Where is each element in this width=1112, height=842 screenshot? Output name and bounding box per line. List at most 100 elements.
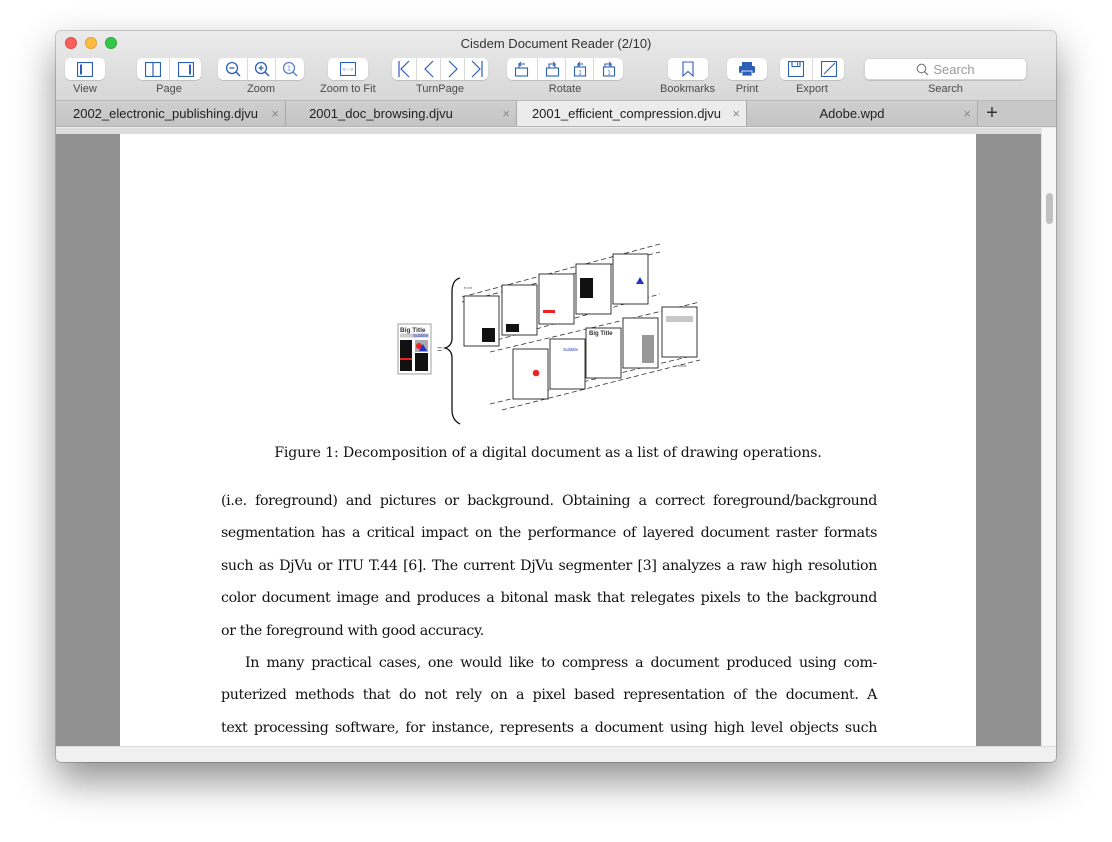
toolbar-label-zoom-to-fit: Zoom to Fit xyxy=(320,83,376,95)
tab-close-icon[interactable]: × xyxy=(963,106,971,121)
tab-close-icon[interactable]: × xyxy=(271,106,279,121)
bookmarks-button[interactable] xyxy=(668,58,708,80)
tab-electronic-publishing[interactable]: 2002_electronic_publishing.djvu × xyxy=(56,101,286,126)
toolbar-label-view: View xyxy=(73,83,97,95)
print-button[interactable] xyxy=(727,58,767,80)
document-viewer[interactable]: Big Title Subtitle = front Subtitle Big … xyxy=(56,134,1041,746)
tab-bar: 2002_electronic_publishing.djvu × 2001_d… xyxy=(56,101,1056,127)
last-page-icon xyxy=(471,60,483,78)
two-page-icon xyxy=(145,61,161,77)
single-page-button[interactable] xyxy=(169,58,201,80)
actual-size-icon: 1 xyxy=(282,61,298,77)
next-page-button[interactable] xyxy=(440,58,464,80)
actual-size-button[interactable]: 1 xyxy=(275,58,304,80)
search-input[interactable]: Search xyxy=(864,58,1027,80)
rotate-page-left-button[interactable]: 1 xyxy=(565,58,593,80)
app-window: Cisdem Document Reader (2/10) View Page xyxy=(56,31,1056,762)
label-front: front xyxy=(464,285,473,290)
text-block-mark xyxy=(580,278,593,298)
toolbar-group-turnpage: TurnPage xyxy=(392,58,488,95)
toolbar-label-page: Page xyxy=(156,83,182,95)
rotate-right-icon xyxy=(545,61,559,77)
document-page: Big Title Subtitle = front Subtitle Big … xyxy=(120,134,976,746)
toolbar-group-print: Print xyxy=(727,58,767,95)
toolbar-group-export: Export xyxy=(780,58,844,95)
zoom-out-button[interactable] xyxy=(218,58,247,80)
vertical-scrollbar[interactable] xyxy=(1041,128,1056,746)
text-line: color document image and produces a bito… xyxy=(221,590,877,607)
tab-close-icon[interactable]: × xyxy=(732,106,740,121)
text-line: text processing software, for instance, … xyxy=(221,719,877,736)
toolbar-group-zoom-to-fit: ‹···› Zoom to Fit xyxy=(320,58,376,95)
tab-doc-browsing[interactable]: 2001_doc_browsing.djvu × xyxy=(286,101,517,126)
svg-text:1: 1 xyxy=(287,66,291,73)
figure-caption: Figure 1: Decomposition of a digital doc… xyxy=(274,445,822,461)
toolbar-group-rotate: 1 1 Rotate xyxy=(507,58,623,95)
single-page-icon xyxy=(177,61,194,77)
toolbar-label-export: Export xyxy=(796,83,828,95)
red-circle-mark xyxy=(532,369,540,377)
text-line: In many practical cases, one would like … xyxy=(245,654,877,671)
toolbar-group-page: Page xyxy=(137,58,201,95)
toolbar-label-rotate: Rotate xyxy=(548,83,582,95)
text-block-mark xyxy=(482,328,495,342)
status-bar xyxy=(56,746,1056,762)
zoom-in-icon xyxy=(254,61,270,77)
layer-title: Big Title xyxy=(589,331,613,337)
toolbar-label-zoom: Zoom xyxy=(246,83,276,95)
two-page-button[interactable] xyxy=(137,58,169,80)
bookmark-icon xyxy=(681,61,694,77)
view-button[interactable] xyxy=(65,58,105,80)
previous-page-button[interactable] xyxy=(416,58,440,80)
banner-mark xyxy=(666,316,693,322)
text-line: or the foreground with good accuracy. xyxy=(221,622,484,639)
text-line: such as DjVu or ITU T.44 [6]. The curren… xyxy=(221,557,877,574)
rotate-left-button[interactable] xyxy=(507,58,537,80)
search-placeholder: Search xyxy=(933,61,975,77)
printer-icon xyxy=(739,62,755,77)
body-text: (i.e. foreground) and pictures or backgr… xyxy=(221,489,877,746)
toolbar-group-search: Search Search xyxy=(864,58,1027,95)
red-bar-mark xyxy=(543,310,555,313)
zoom-out-icon xyxy=(225,61,241,77)
save-button[interactable] xyxy=(780,58,812,80)
text-line: (i.e. foreground) and pictures or backgr… xyxy=(221,493,877,509)
first-page-button[interactable] xyxy=(392,58,416,80)
window-title: Cisdem Document Reader (2/10) xyxy=(460,36,652,51)
zoom-in-button[interactable] xyxy=(247,58,275,80)
toolbar-label-bookmarks: Bookmarks xyxy=(660,83,716,95)
scrollbar-thumb[interactable] xyxy=(1046,193,1053,224)
tab-close-icon[interactable]: × xyxy=(502,106,510,121)
toolbar-label-search: Search xyxy=(928,83,963,95)
save-icon xyxy=(788,61,804,77)
add-tab-button[interactable]: + xyxy=(978,101,1006,126)
tab-label: Adobe.wpd xyxy=(819,106,885,121)
rotate-page-right-button[interactable]: 1 xyxy=(593,58,623,80)
title-bar: Cisdem Document Reader (2/10) View Page xyxy=(56,31,1056,101)
svg-text:‹···›: ‹···› xyxy=(343,67,353,73)
tab-label: 2001_doc_browsing.djvu xyxy=(309,106,453,121)
figure-decomposition: Big Title Subtitle = front Subtitle Big … xyxy=(397,243,701,425)
export-button[interactable] xyxy=(812,58,844,80)
first-page-icon xyxy=(398,60,410,78)
fit-width-icon: ‹···› xyxy=(339,62,356,76)
search-icon xyxy=(917,63,929,75)
toolbar-group-zoom: 1 Zoom xyxy=(218,58,304,95)
last-page-button[interactable] xyxy=(464,58,488,80)
next-page-icon xyxy=(448,60,458,78)
zoom-to-fit-button[interactable]: ‹···› xyxy=(328,58,368,80)
rotate-right-button[interactable] xyxy=(537,58,565,80)
rotate-page-left-icon: 1 xyxy=(573,61,586,77)
tab-label: 2002_electronic_publishing.djvu xyxy=(72,106,259,121)
toolbar-label-turnpage: TurnPage xyxy=(416,83,464,95)
layer-subtitle: Subtitle xyxy=(563,347,579,352)
tab-efficient-compression[interactable]: 2001_efficient_compression.djvu × xyxy=(517,101,747,126)
composite-subtitle: Subtitle xyxy=(413,333,429,338)
text-line: puterized methods that do not rely on a … xyxy=(221,687,877,704)
brace xyxy=(442,277,461,425)
tab-adobe-wpd[interactable]: Adobe.wpd × xyxy=(747,101,978,126)
rotate-page-right-icon: 1 xyxy=(602,61,615,77)
sidebar-toggle-icon xyxy=(77,61,93,77)
toolbar-group-bookmarks: Bookmarks xyxy=(660,58,715,95)
tab-label: 2001_efficient_compression.djvu xyxy=(531,106,722,121)
